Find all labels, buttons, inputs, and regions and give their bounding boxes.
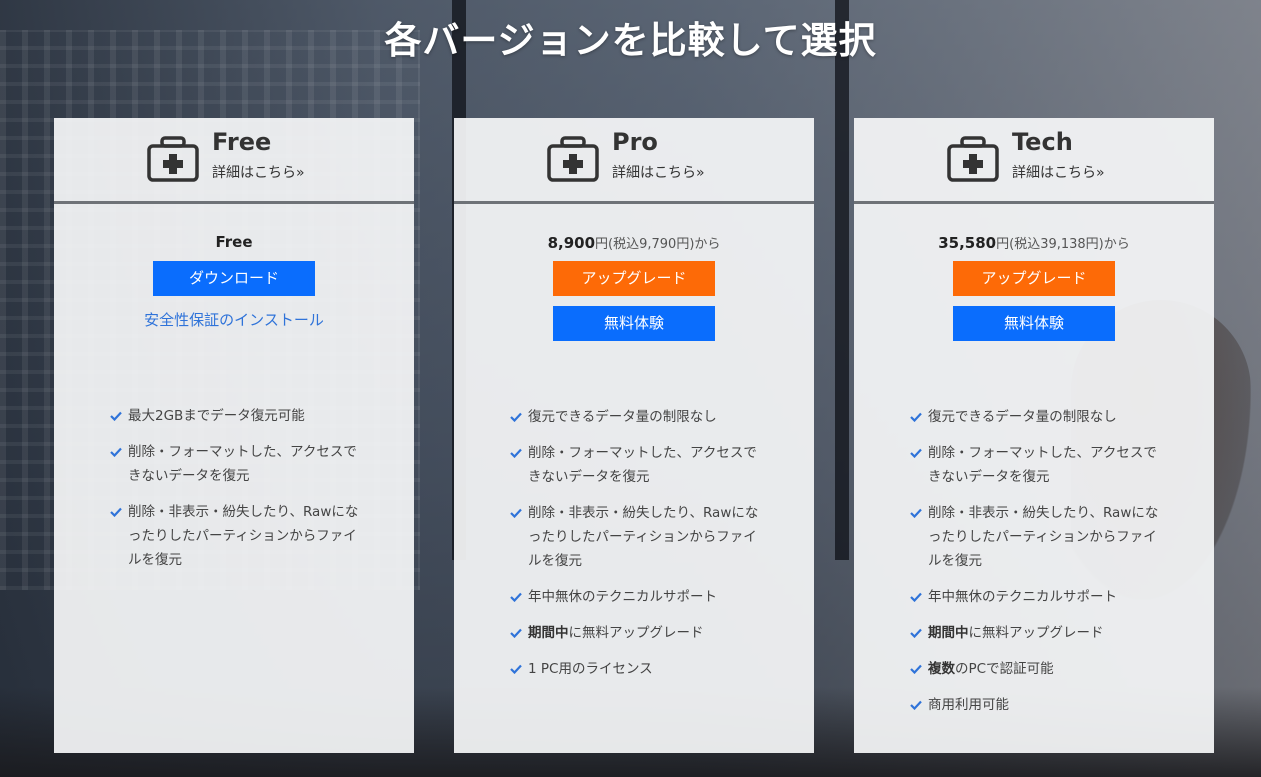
details-link[interactable]: 詳細はこちら» <box>212 162 305 182</box>
check-icon <box>110 507 122 517</box>
check-icon <box>110 447 122 457</box>
plan-card-pro: Pro 詳細はこちら» 8,900円(税込9,790円)から アップグレード 無… <box>454 118 814 753</box>
plan-card-header: Pro 詳細はこちら» <box>454 118 814 204</box>
free-trial-button[interactable]: 無料体験 <box>553 306 715 341</box>
first-aid-kit-icon <box>547 136 599 182</box>
feature-item: 復元できるデータ量の制限なし <box>910 405 1170 429</box>
check-icon <box>510 412 522 422</box>
price-label: 8,900円(税込9,790円)から <box>547 234 721 252</box>
first-aid-kit-icon <box>147 136 199 182</box>
details-link[interactable]: 詳細はこちら» <box>612 162 705 182</box>
plan-name: Tech <box>1012 128 1073 156</box>
check-icon <box>910 412 922 422</box>
plan-name: Free <box>212 128 272 156</box>
feature-item: 削除・フォーマットした、アクセスできないデータを復元 <box>110 440 370 488</box>
upgrade-button[interactable]: アップグレード <box>953 261 1115 296</box>
plan-name: Pro <box>612 128 658 156</box>
feature-item: 複数のPCで認証可能 <box>910 657 1170 681</box>
check-icon <box>510 592 522 602</box>
details-link[interactable]: 詳細はこちら» <box>1012 162 1105 182</box>
feature-item: 削除・フォーマットした、アクセスできないデータを復元 <box>510 441 770 489</box>
feature-item: 1 PC用のライセンス <box>510 657 770 681</box>
page-title: 各バージョンを比較して選択 <box>384 19 877 62</box>
check-icon <box>510 448 522 458</box>
plan-card-tech: Tech 詳細はこちら» 35,580円(税込39,138円)から アップグレー… <box>854 118 1214 753</box>
check-icon <box>910 628 922 638</box>
check-icon <box>510 664 522 674</box>
check-icon <box>510 628 522 638</box>
check-icon <box>510 508 522 518</box>
feature-item: 削除・フォーマットした、アクセスできないデータを復元 <box>910 441 1170 489</box>
price-label: 35,580円(税込39,138円)から <box>938 234 1130 252</box>
check-icon <box>910 592 922 602</box>
upgrade-button[interactable]: アップグレード <box>553 261 715 296</box>
first-aid-kit-icon <box>947 136 999 182</box>
feature-item: 削除・非表示・紛失したり、Rawになったりしたパーティションからファイルを復元 <box>510 501 770 573</box>
check-icon <box>910 664 922 674</box>
check-icon <box>910 508 922 518</box>
feature-list: 復元できるデータ量の制限なし 削除・フォーマットした、アクセスできないデータを復… <box>510 405 770 693</box>
plan-card-header: Free 詳細はこちら» <box>54 118 414 204</box>
check-icon <box>910 700 922 710</box>
feature-item: 商用利用可能 <box>910 693 1170 717</box>
feature-item: 年中無休のテクニカルサポート <box>910 585 1170 609</box>
price-label: Free <box>215 233 253 251</box>
safe-install-link[interactable]: 安全性保証のインストール <box>54 309 414 330</box>
feature-list: 最大2GBまでデータ復元可能 削除・フォーマットした、アクセスできないデータを復… <box>110 404 370 584</box>
plan-card-free: Free 詳細はこちら» Free ダウンロード 安全性保証のインストール 最大… <box>54 118 414 753</box>
feature-item: 復元できるデータ量の制限なし <box>510 405 770 429</box>
feature-item: 年中無休のテクニカルサポート <box>510 585 770 609</box>
feature-item: 最大2GBまでデータ復元可能 <box>110 404 370 428</box>
download-button[interactable]: ダウンロード <box>153 261 315 296</box>
free-trial-button[interactable]: 無料体験 <box>953 306 1115 341</box>
check-icon <box>110 411 122 421</box>
check-icon <box>910 448 922 458</box>
feature-item: 削除・非表示・紛失したり、Rawになったりしたパーティションからファイルを復元 <box>910 501 1170 573</box>
feature-item: 削除・非表示・紛失したり、Rawになったりしたパーティションからファイルを復元 <box>110 500 370 572</box>
feature-list: 復元できるデータ量の制限なし 削除・フォーマットした、アクセスできないデータを復… <box>910 405 1170 729</box>
feature-item: 期間中に無料アップグレード <box>910 621 1170 645</box>
feature-item: 期間中に無料アップグレード <box>510 621 770 645</box>
background-window-frame <box>835 0 849 560</box>
plan-card-header: Tech 詳細はこちら» <box>854 118 1214 204</box>
